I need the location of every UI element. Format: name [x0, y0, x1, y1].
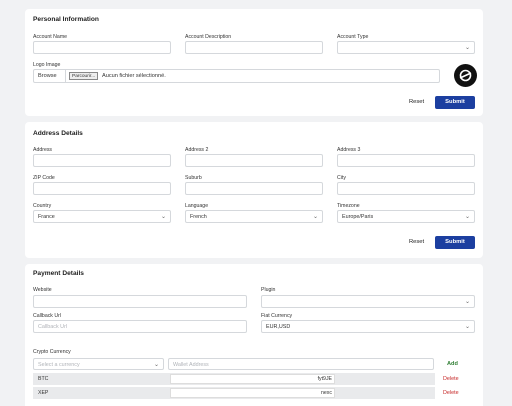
zip-code-input[interactable] [33, 182, 171, 195]
personal-information-title: Personal Information [33, 16, 99, 23]
file-status: Aucun fichier sélectionné. [102, 73, 166, 79]
address-details-title: Address Details [33, 130, 83, 137]
file-chooser-button[interactable]: Parcourir... [69, 72, 99, 80]
fiat-currency-value: EUR,USD [266, 324, 291, 330]
address-input[interactable] [33, 154, 171, 167]
callback-url-input[interactable]: Callback Url [33, 320, 247, 333]
wallet-address-field[interactable]: nexc [170, 388, 335, 398]
address-details-card: Address Details Address Address 2 Addres… [25, 122, 483, 258]
wallet-address-value: fyt9JE [317, 376, 332, 382]
city-input[interactable] [337, 182, 475, 195]
timezone-value: Europe/Paris [342, 214, 374, 220]
language-label: Language [185, 203, 209, 209]
account-description-label: Account Description [185, 34, 232, 40]
browse-button[interactable]: Browse [34, 70, 66, 82]
chevron-down-icon: ⌄ [464, 45, 470, 51]
chevron-down-icon: ⌄ [464, 214, 470, 220]
crypto-currency-label: Crypto Currency [33, 349, 71, 355]
chevron-down-icon: ⌄ [464, 299, 470, 305]
country-value: France [38, 214, 55, 220]
chevron-down-icon: ⌄ [160, 214, 166, 220]
language-select[interactable]: French ⌄ [185, 210, 323, 223]
country-label: Country [33, 203, 52, 209]
website-input[interactable] [33, 295, 247, 308]
add-currency-button[interactable]: Add [447, 361, 458, 367]
logo-preview [454, 64, 477, 87]
account-name-input[interactable] [33, 41, 171, 54]
payment-details-card: Payment Details Website Plugin ⌄ Callbac… [25, 264, 483, 406]
language-value: French [190, 214, 207, 220]
fiat-currency-select[interactable]: EUR,USD ⌄ [261, 320, 475, 333]
currency-code: XEP [38, 390, 49, 396]
submit-button[interactable]: Submit [435, 96, 475, 109]
account-type-select[interactable]: ⌄ [337, 41, 475, 54]
table-row: BTC fyt9JE [33, 373, 435, 385]
plugin-label: Plugin [261, 287, 276, 293]
address2-label: Address 2 [185, 147, 209, 153]
chevron-down-icon: ⌄ [464, 324, 470, 330]
account-type-label: Account Type [337, 34, 369, 40]
address2-input[interactable] [185, 154, 323, 167]
zip-code-label: ZIP Code [33, 175, 55, 181]
wallet-address-field[interactable]: fyt9JE [170, 374, 335, 384]
logo-image-label: Logo Image [33, 62, 61, 68]
logo-mark-icon [459, 69, 472, 82]
delete-button[interactable]: Delete [443, 390, 459, 396]
callback-url-label: Callback Url [33, 313, 61, 319]
address-label: Address [33, 147, 53, 153]
chevron-down-icon: ⌄ [312, 214, 318, 220]
table-row: XEP nexc [33, 387, 435, 399]
fiat-currency-label: Fiat Currency [261, 313, 293, 319]
reset-button[interactable]: Reset [409, 239, 424, 245]
delete-button[interactable]: Delete [443, 376, 459, 382]
wallet-address-value: nexc [321, 390, 332, 396]
address3-input[interactable] [337, 154, 475, 167]
plugin-select[interactable]: ⌄ [261, 295, 475, 308]
logo-file-input[interactable]: Browse Parcourir... Aucun fichier sélect… [33, 69, 440, 83]
address3-label: Address 3 [337, 147, 361, 153]
wallet-address-input[interactable]: Wallet Address [168, 358, 434, 370]
chevron-down-icon: ⌄ [153, 362, 159, 368]
account-description-input[interactable] [185, 41, 323, 54]
timezone-select[interactable]: Europe/Paris ⌄ [337, 210, 475, 223]
website-label: Website [33, 287, 52, 293]
payment-details-title: Payment Details [33, 270, 84, 277]
suburb-input[interactable] [185, 182, 323, 195]
timezone-label: Timezone [337, 203, 360, 209]
city-label: City [337, 175, 346, 181]
submit-button[interactable]: Submit [435, 236, 475, 249]
account-name-label: Account Name [33, 34, 68, 40]
suburb-label: Suburb [185, 175, 202, 181]
country-select[interactable]: France ⌄ [33, 210, 171, 223]
personal-information-card: Personal Information Account Name Accoun… [25, 9, 483, 116]
reset-button[interactable]: Reset [409, 99, 424, 105]
currency-select-placeholder: Select a currency [38, 362, 80, 368]
currency-code: BTC [38, 376, 49, 382]
currency-select[interactable]: Select a currency ⌄ [33, 358, 164, 370]
